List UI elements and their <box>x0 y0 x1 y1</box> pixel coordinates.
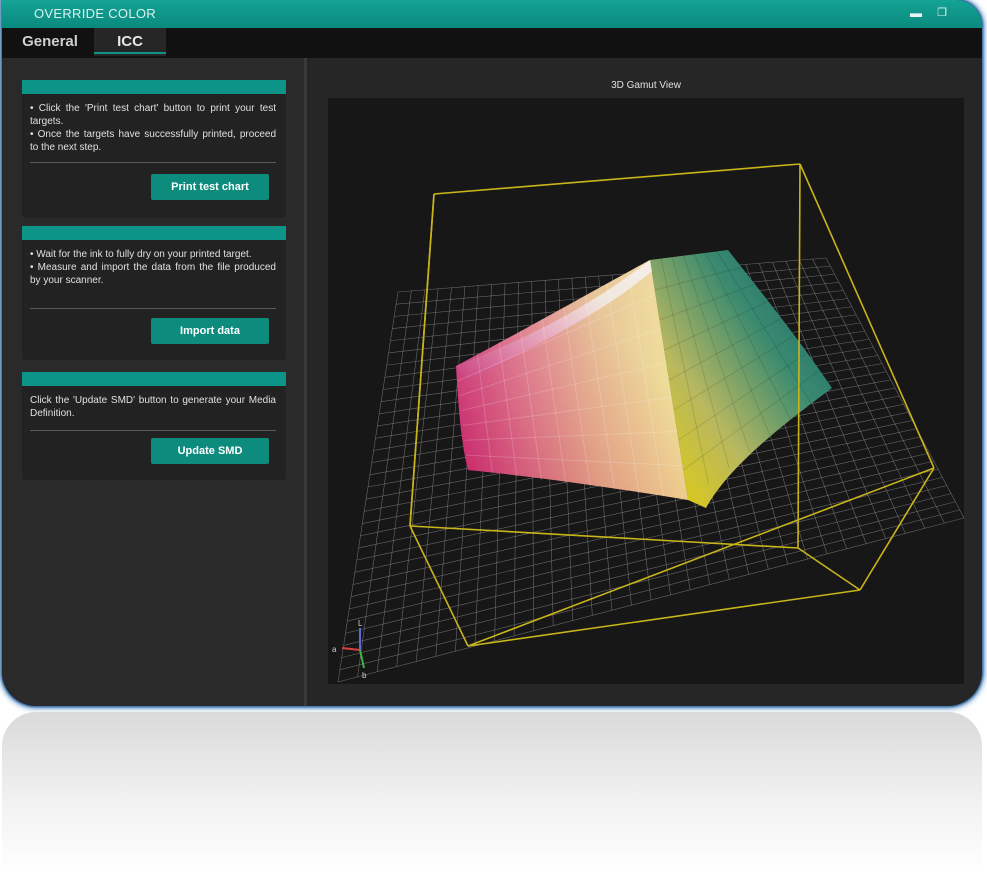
box-edge <box>467 589 861 647</box>
step-card-update: Click the 'Update SMD' button to generat… <box>22 372 286 480</box>
box-edge <box>433 163 801 195</box>
a-axis-line <box>341 647 361 651</box>
window-reflection <box>2 712 982 874</box>
update-smd-button[interactable]: Update SMD <box>151 438 269 464</box>
gamut-3d-viewport[interactable]: L a b <box>328 98 965 684</box>
box-edge <box>797 547 861 591</box>
instruction-line: • Click the 'Print test chart' button to… <box>30 103 276 127</box>
box-edge <box>797 163 801 549</box>
step-header <box>22 80 286 94</box>
step-card-print: • Click the 'Print test chart' button to… <box>22 80 286 218</box>
axis-gizmo: L a b <box>332 619 367 680</box>
grid-line <box>339 509 960 671</box>
grid-line <box>343 493 952 646</box>
print-test-chart-button[interactable]: Print test chart <box>151 174 269 200</box>
divider <box>30 162 276 163</box>
divider <box>30 308 276 309</box>
instruction-line: • Once the targets have successfully pri… <box>30 129 276 153</box>
import-data-button[interactable]: Import data <box>151 318 269 344</box>
axis-label-a: a <box>332 645 337 654</box>
axis-label-l: L <box>358 619 363 628</box>
step-card-import: • Wait for the ink to fully dry on your … <box>22 226 286 360</box>
divider <box>30 430 276 431</box>
step-instructions: • Click the 'Print test chart' button to… <box>30 102 276 154</box>
grid-line <box>337 517 965 683</box>
maximize-icon[interactable]: ❐ <box>934 6 950 22</box>
active-tab-indicator <box>94 52 166 54</box>
workflow-panel: • Click the 'Print test chart' button to… <box>2 58 304 706</box>
minimize-icon[interactable]: ▬ <box>908 6 924 22</box>
grid-line <box>345 485 947 634</box>
step-instructions: Click the 'Update SMD' button to generat… <box>30 394 276 420</box>
step-header <box>22 226 286 240</box>
instruction-line: • Wait for the ink to fully dry on your … <box>30 249 252 260</box>
gamut-canvas: L a b <box>332 163 965 683</box>
gamut-view-title: 3D Gamut View <box>611 80 681 91</box>
window-title: OVERRIDE COLOR <box>34 6 156 21</box>
step-instructions: • Wait for the ink to fully dry on your … <box>30 248 276 287</box>
title-bar[interactable]: OVERRIDE COLOR ▬ ❐ <box>2 0 982 28</box>
box-edge <box>409 525 799 549</box>
grid-line <box>341 501 956 658</box>
instruction-line: Click the 'Update SMD' button to generat… <box>30 395 276 419</box>
panel-splitter[interactable] <box>304 58 307 706</box>
axis-label-b: b <box>362 671 367 680</box>
step-header <box>22 372 286 386</box>
tab-general[interactable]: General <box>8 28 92 56</box>
instruction-line: • Measure and import the data from the f… <box>30 262 276 286</box>
